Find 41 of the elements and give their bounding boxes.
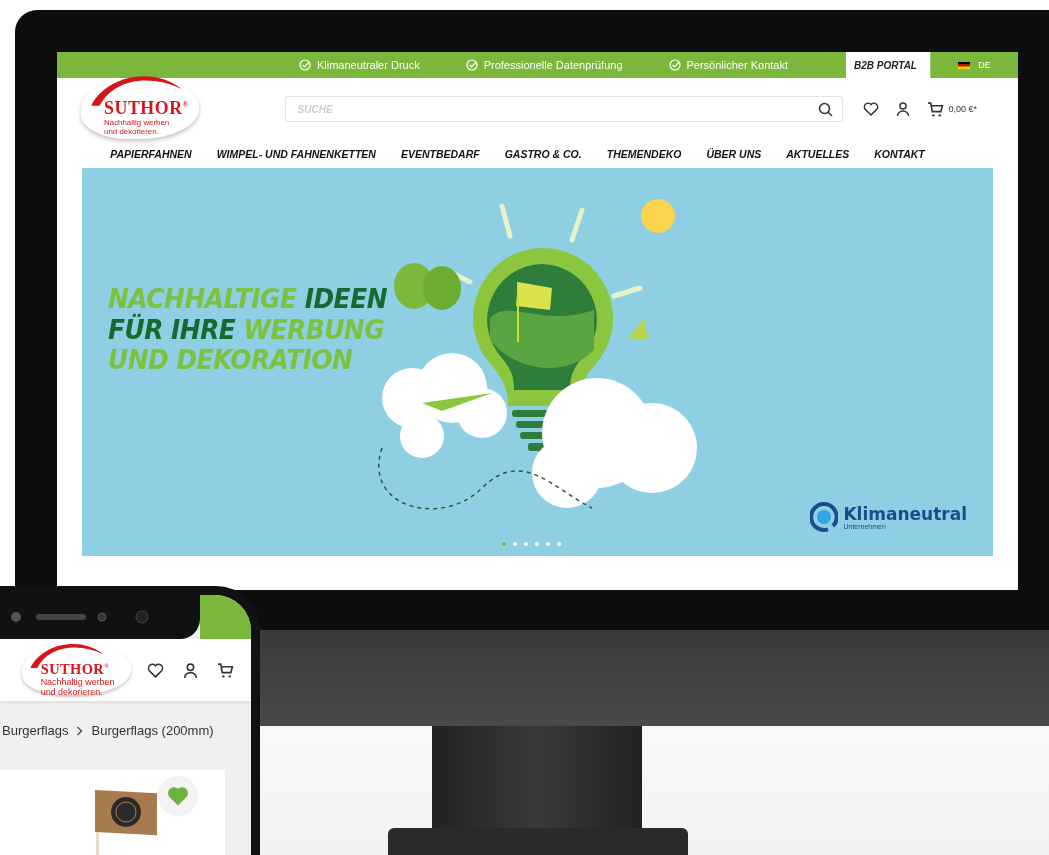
usp-text: Professionelle Datenprüfung: [483, 59, 623, 71]
logo-badge[interactable]: SUTHOR$^{®}$ Nachhaltig werben und dekorieren.: [22, 645, 131, 695]
usp-text: Persönlicher Kontakt: [686, 59, 788, 71]
nav-link[interactable]: THEMENDEKO: [594, 148, 694, 160]
breadcrumb-link[interactable]: Burgerflags: [2, 723, 69, 738]
nav-link[interactable]: KONTAKT: [861, 148, 938, 160]
user-icon[interactable]: [894, 101, 911, 117]
nav-link[interactable]: EVENTBEDARF: [388, 148, 493, 160]
cart-icon[interactable]: [926, 100, 944, 118]
hero-headline: NACHHALTIGE IDEEN FÜR IHRE WERBUNG UND DEKORATION: [108, 284, 387, 376]
breadcrumb-current: Burgerflags (200mm): [91, 723, 214, 738]
favorite-button[interactable]: [158, 776, 198, 816]
breadcrumb-separator-icon: [76, 725, 84, 736]
slide-dot[interactable]: [546, 542, 550, 546]
slide-dot[interactable]: [513, 542, 517, 546]
check-circle-icon: [465, 59, 478, 71]
check-circle-icon: [299, 59, 311, 71]
nav-link[interactable]: PAPIERFAHNEN: [97, 148, 205, 160]
certification-title: Klimaneutral: [843, 506, 967, 523]
usp-text: Klimaneutraler Druck: [317, 59, 420, 71]
slide-dot[interactable]: [524, 542, 528, 546]
brand-name: SUTHOR$^{®}$: [104, 99, 189, 118]
brand-name: SUTHOR$^{®}$: [40, 662, 110, 677]
heart-icon[interactable]: [146, 661, 164, 679]
burger-flag-drawing: [95, 790, 159, 855]
product-card[interactable]: [0, 770, 225, 855]
user-icon[interactable]: [181, 661, 199, 679]
klimaneutral-logo-icon: [810, 502, 839, 534]
german-flag-icon: [958, 61, 971, 69]
check-circle-icon: [668, 59, 681, 71]
nav-link[interactable]: AKTUELLES: [773, 148, 862, 160]
slide-dot[interactable]: [557, 542, 561, 546]
slide-dot[interactable]: [535, 542, 539, 546]
heart-icon[interactable]: [862, 101, 879, 117]
nav-link[interactable]: GASTRO & CO.: [492, 148, 595, 160]
b2b-portal-link[interactable]: B2B PORTAL: [846, 52, 930, 78]
slide-dot[interactable]: [502, 542, 506, 546]
nav-link[interactable]: ÜBER UNS: [693, 148, 774, 160]
cart-total: 0,00 €*: [948, 104, 978, 114]
nav-link[interactable]: WIMPEL- UND FAHNENKETTEN: [204, 148, 389, 160]
cart-icon[interactable]: [216, 661, 234, 679]
